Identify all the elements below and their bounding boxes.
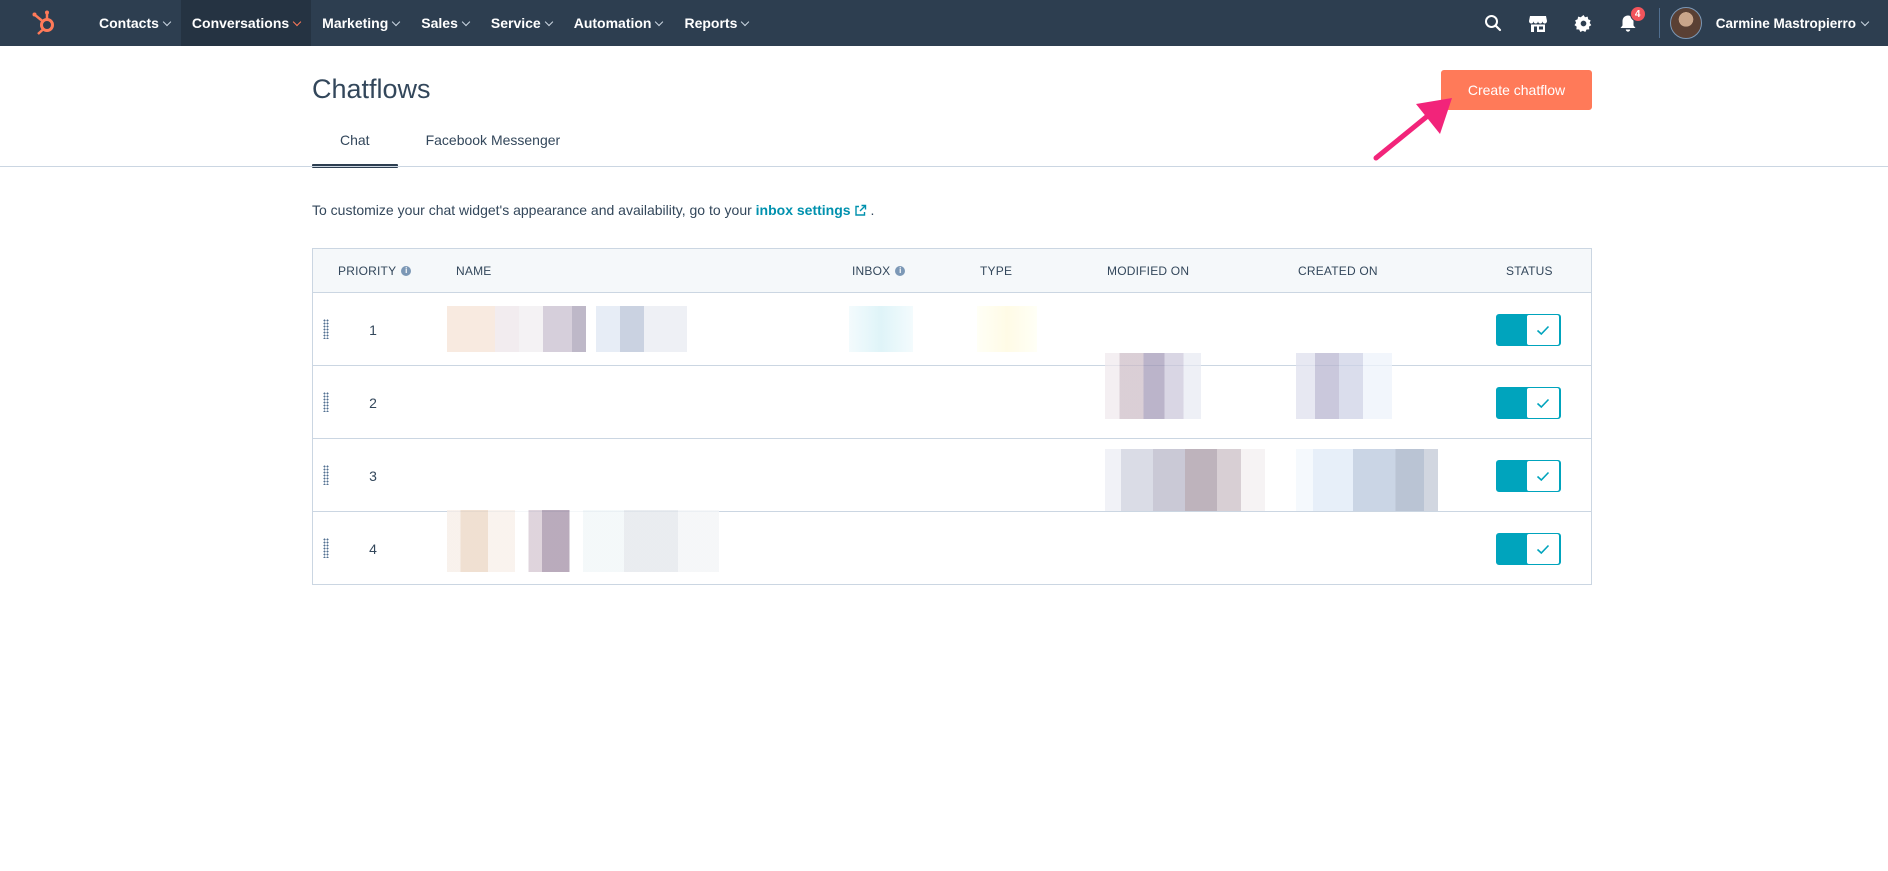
external-link-icon: [854, 204, 866, 216]
nav-label: Service: [490, 15, 541, 31]
search-icon[interactable]: [1471, 0, 1516, 46]
nav-conversations[interactable]: Conversations: [180, 0, 312, 46]
nav-right-group: 4 Carmine Mastropierro: [1471, 0, 1888, 46]
blurred-created-date: [1296, 449, 1438, 511]
tab-facebook-messenger[interactable]: Facebook Messenger: [398, 126, 589, 168]
hint-text: To customize your chat widget's appearan…: [312, 202, 752, 218]
status-toggle[interactable]: [1496, 460, 1561, 492]
column-label: TYPE: [980, 264, 1013, 278]
column-label: CREATED ON: [1298, 264, 1378, 278]
page-title: Chatflows: [312, 74, 431, 104]
column-created-on[interactable]: CREATED ON: [1298, 249, 1378, 293]
nav-label: Marketing: [322, 15, 389, 31]
create-chatflow-button[interactable]: Create chatflow: [1441, 70, 1592, 110]
column-label: STATUS: [1506, 264, 1553, 278]
status-toggle[interactable]: [1496, 533, 1561, 565]
nav-service[interactable]: Service: [480, 0, 563, 46]
priority-value: 4: [369, 540, 377, 557]
drag-handle-icon[interactable]: [323, 319, 329, 339]
status-toggle[interactable]: [1496, 387, 1561, 419]
chevron-down-icon: [544, 17, 553, 26]
blurred-type: [977, 306, 1037, 352]
tab-chat[interactable]: Chat: [312, 126, 398, 168]
blurred-name: [447, 306, 687, 352]
column-label: INBOX: [852, 264, 891, 278]
column-inbox[interactable]: INBOX i: [852, 249, 906, 293]
top-navigation: Contacts Conversations Marketing Sales S…: [0, 0, 1888, 46]
chevron-down-icon: [741, 17, 750, 26]
column-type[interactable]: TYPE: [980, 249, 1012, 293]
chevron-down-icon: [461, 17, 471, 26]
drag-handle-icon[interactable]: [323, 465, 329, 485]
column-label: MODIFIED ON: [1107, 264, 1190, 278]
marketplace-icon[interactable]: [1516, 0, 1561, 46]
bell-icon[interactable]: 4: [1606, 0, 1651, 46]
nav-marketing[interactable]: Marketing: [311, 0, 410, 46]
blurred-inbox: [849, 306, 913, 352]
user-menu[interactable]: Carmine Mastropierro: [1716, 16, 1888, 31]
blurred-modified-date: [1105, 449, 1265, 511]
link-label: inbox settings: [755, 202, 851, 218]
blurred-modified-date: [1105, 353, 1201, 419]
column-modified-on[interactable]: MODIFIED ON: [1107, 249, 1189, 293]
chevron-down-icon: [655, 17, 664, 26]
table-row[interactable]: 1: [313, 293, 1591, 366]
chevron-down-icon: [1860, 17, 1870, 26]
table-row[interactable]: 4: [313, 510, 1591, 585]
notification-badge: 4: [1629, 6, 1646, 22]
column-priority[interactable]: PRIORITY i: [338, 249, 412, 293]
chevron-down-icon: [162, 17, 172, 26]
user-name-label: Carmine Mastropierro: [1715, 15, 1856, 31]
table-header: PRIORITY i NAME INBOX i TYPE MODIFIED ON C…: [313, 249, 1591, 293]
tabs-divider: [0, 166, 1888, 167]
blurred-created-date: [1296, 353, 1392, 419]
check-icon: [1526, 387, 1560, 419]
check-icon: [1526, 314, 1560, 346]
table-row[interactable]: 2: [313, 353, 1591, 439]
priority-value: 3: [369, 467, 377, 484]
nav-reports[interactable]: Reports: [673, 0, 759, 46]
table-row[interactable]: 3: [313, 439, 1591, 512]
info-icon[interactable]: i: [895, 266, 906, 276]
nav-label: Reports: [684, 15, 738, 31]
chatflow-tabs: Chat Facebook Messenger: [312, 126, 588, 168]
avatar[interactable]: [1669, 7, 1702, 39]
column-label: NAME: [456, 264, 492, 278]
nav-automation[interactable]: Automation: [563, 0, 674, 46]
chevron-down-icon: [292, 17, 302, 26]
hubspot-logo-icon[interactable]: [0, 0, 88, 46]
column-status[interactable]: STATUS: [1506, 249, 1553, 293]
priority-value: 2: [369, 394, 377, 411]
chevron-down-icon: [392, 17, 401, 26]
nav-label: Automation: [573, 15, 652, 31]
info-icon[interactable]: i: [401, 266, 412, 276]
inbox-settings-link[interactable]: inbox settings: [756, 202, 867, 218]
chatflows-table: PRIORITY i NAME INBOX i TYPE MODIFIED ON C…: [312, 248, 1592, 585]
nav-divider: [1658, 8, 1660, 38]
annotation-arrow-icon: [1373, 98, 1452, 161]
hint-suffix: .: [870, 202, 875, 218]
status-toggle[interactable]: [1496, 314, 1561, 346]
column-name[interactable]: NAME: [456, 249, 491, 293]
inbox-settings-hint: To customize your chat widget's appearan…: [312, 202, 874, 218]
nav-contacts[interactable]: Contacts: [88, 0, 181, 46]
nav-label: Contacts: [99, 15, 159, 31]
drag-handle-icon[interactable]: [323, 538, 329, 558]
priority-value: 1: [369, 321, 377, 338]
check-icon: [1526, 460, 1560, 492]
column-label: PRIORITY: [338, 264, 397, 278]
check-icon: [1526, 533, 1560, 565]
blurred-name: [447, 510, 719, 572]
nav-label: Sales: [421, 15, 458, 31]
gear-icon[interactable]: [1561, 0, 1606, 46]
nav-sales[interactable]: Sales: [410, 0, 480, 46]
drag-handle-icon[interactable]: [323, 392, 329, 412]
nav-label: Conversations: [191, 15, 290, 31]
